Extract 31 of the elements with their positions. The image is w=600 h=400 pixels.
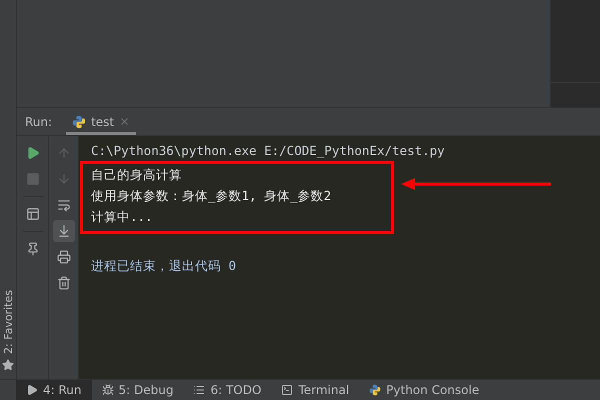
up-arrow-icon — [56, 146, 70, 160]
console-line: 使用身体参数：身体_参数1, 身体_参数2 — [91, 187, 332, 205]
scroll-to-end-button[interactable] — [52, 220, 74, 242]
arrow-icon — [401, 178, 551, 190]
stop-icon — [26, 172, 40, 186]
python-icon — [72, 114, 86, 128]
star-icon — [2, 359, 14, 371]
down-arrow-icon — [56, 172, 70, 186]
terminal-icon — [281, 384, 294, 396]
scroll-to-end-icon — [56, 224, 70, 238]
tool-window-tab[interactable]: Terminal — [271, 380, 360, 400]
tool-window-tab[interactable]: 6: TODO — [183, 380, 272, 400]
console-line: 计算中... — [91, 208, 154, 226]
trash-icon — [56, 276, 70, 290]
tab-label: test — [91, 114, 114, 128]
python-icon — [369, 384, 382, 396]
tool-window-tab[interactable]: Python Console — [359, 380, 490, 400]
tool-window-tab[interactable]: 5: Debug — [92, 380, 184, 400]
pin-icon — [26, 242, 40, 256]
console-line: C:\Python36\python.exe E:/CODE_PythonEx/test.py — [91, 142, 445, 160]
console-line: 自己的身高计算 — [91, 166, 183, 184]
tool-window-tab[interactable]: 4: Run — [16, 380, 92, 400]
bug-icon — [102, 384, 114, 396]
printer-icon — [56, 250, 70, 264]
favorites-tab[interactable]: 2: Favorites — [2, 290, 14, 354]
console-line: 进程已结束，退出代码 0 — [91, 257, 236, 275]
layout-icon — [26, 207, 40, 221]
panel-title: Run: — [25, 114, 52, 128]
wrap-text-icon — [56, 198, 70, 212]
play-icon — [26, 384, 38, 396]
run-icon — [26, 146, 40, 160]
